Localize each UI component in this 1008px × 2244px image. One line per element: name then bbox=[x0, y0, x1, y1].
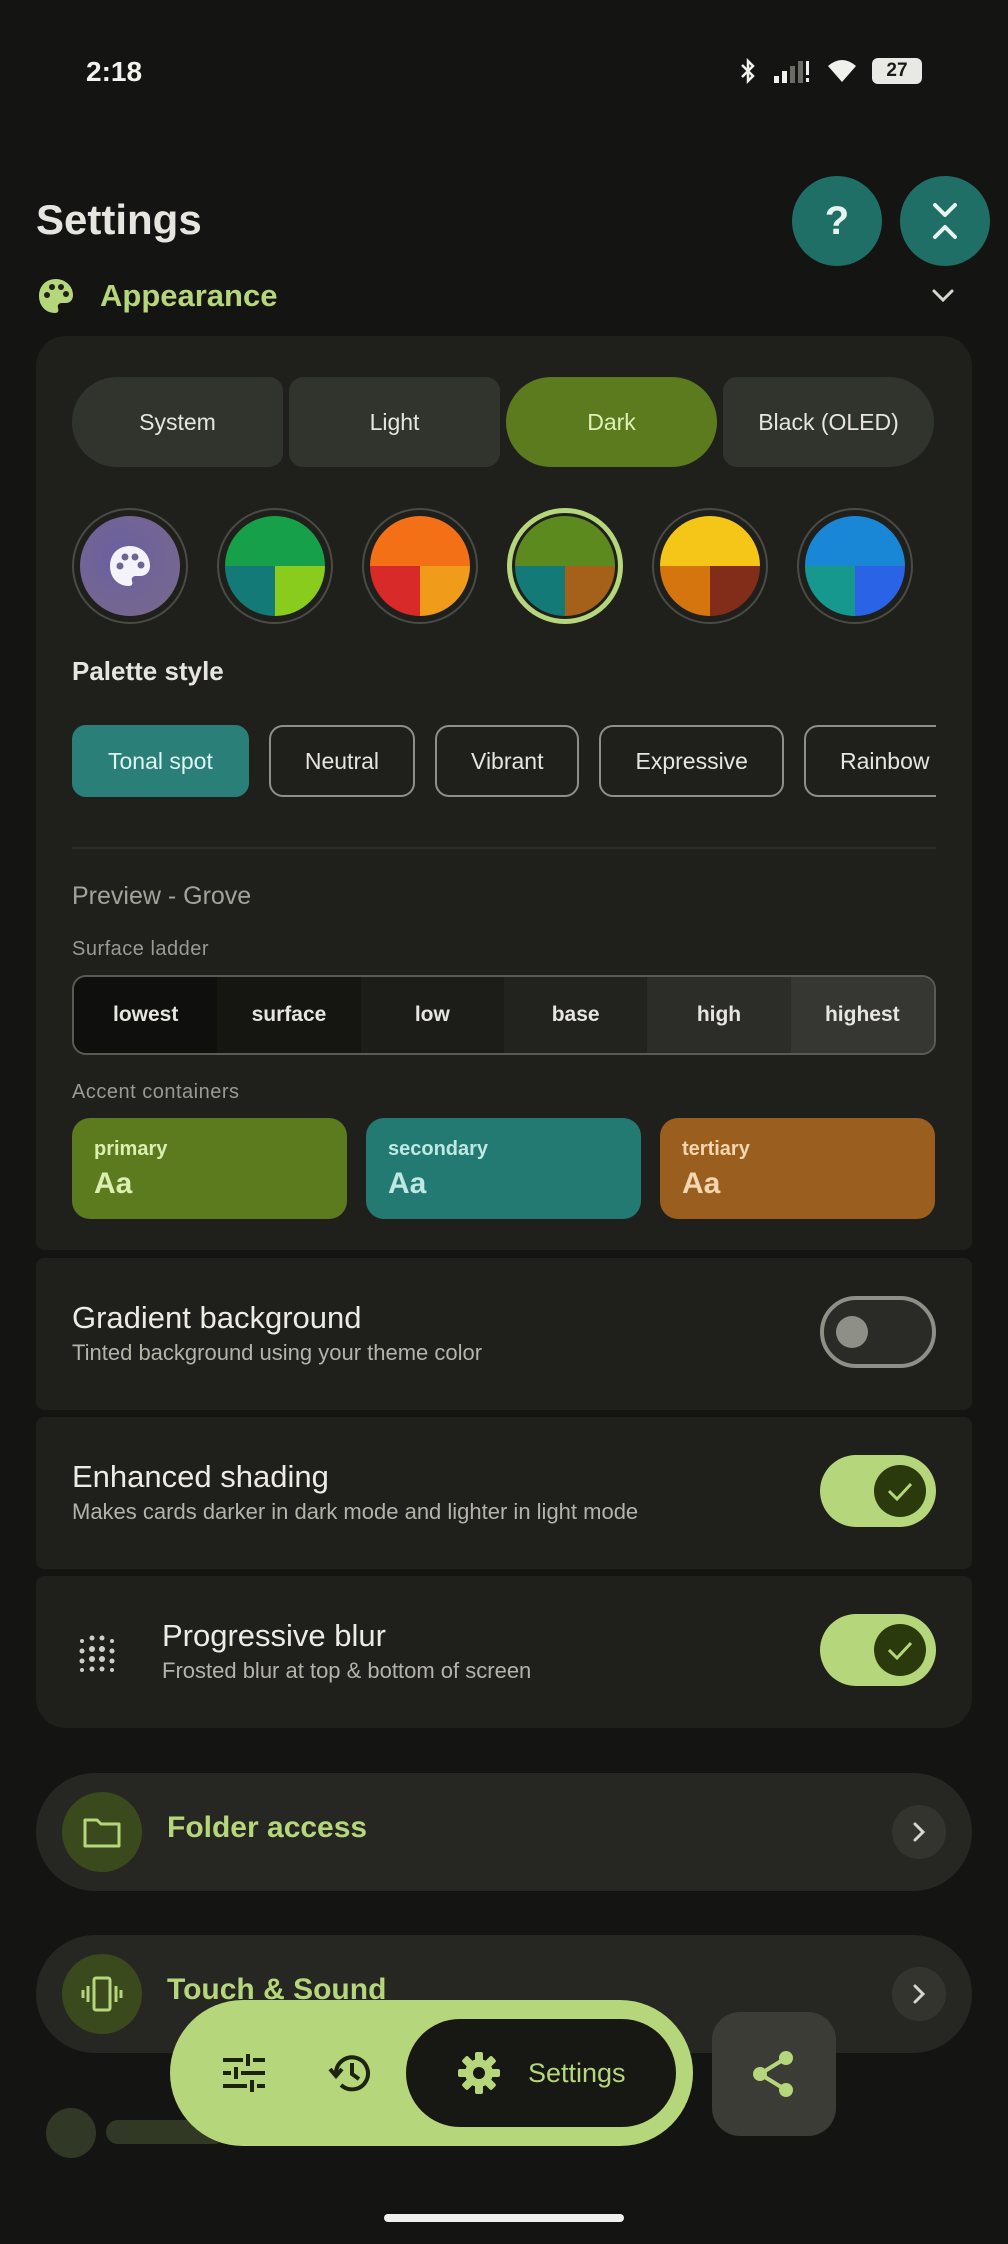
switch-knob bbox=[836, 1316, 868, 1348]
swatch-orange[interactable] bbox=[362, 508, 478, 624]
vibration-icon bbox=[81, 1976, 123, 2012]
accent-containers: primary Aa secondary Aa tertiary Aa bbox=[72, 1118, 935, 1219]
ladder-lowest: lowest bbox=[74, 977, 218, 1053]
palette-style-chips: Tonal spot Neutral Vibrant Expressive Ra… bbox=[72, 725, 936, 797]
chevron-down-icon[interactable] bbox=[930, 284, 956, 306]
theme-mode-selector: System Light Dark Black (OLED) bbox=[72, 377, 934, 467]
tune-button[interactable] bbox=[212, 2041, 276, 2105]
swatch-green[interactable] bbox=[217, 508, 333, 624]
switch-knob bbox=[874, 1624, 926, 1676]
mode-system-button[interactable]: System bbox=[72, 377, 283, 467]
toggle-title: Progressive blur bbox=[162, 1618, 386, 1653]
vibration-icon-container bbox=[62, 1954, 142, 2034]
battery-icon: 27 bbox=[872, 58, 922, 84]
accent-sample: Aa bbox=[388, 1167, 427, 1200]
ladder-low: low bbox=[360, 977, 504, 1053]
accent-primary: primary Aa bbox=[72, 1118, 347, 1219]
surface-ladder: lowest surface low base high highest bbox=[72, 975, 936, 1055]
signal-icon bbox=[774, 61, 809, 83]
bottom-nav-bar: Settings bbox=[170, 2000, 693, 2146]
toggle-subtitle: Makes cards darker in dark mode and ligh… bbox=[72, 1499, 639, 1524]
accent-secondary: secondary Aa bbox=[366, 1118, 641, 1219]
chip-vibrant[interactable]: Vibrant bbox=[435, 725, 580, 797]
accent-tertiary: tertiary Aa bbox=[660, 1118, 935, 1219]
accent-sample: Aa bbox=[94, 1167, 133, 1200]
chip-tonal-spot[interactable]: Tonal spot bbox=[72, 725, 249, 797]
swatch-yellow[interactable] bbox=[652, 508, 768, 624]
gear-icon bbox=[458, 2052, 500, 2094]
palette-icon bbox=[39, 279, 73, 313]
accent-name: primary bbox=[94, 1138, 168, 1160]
chip-expressive[interactable]: Expressive bbox=[599, 725, 784, 797]
home-indicator[interactable] bbox=[384, 2214, 624, 2222]
accent-containers-label: Accent containers bbox=[72, 1081, 240, 1103]
progressive-blur-switch[interactable] bbox=[820, 1614, 936, 1686]
settings-tab-label: Settings bbox=[528, 2057, 626, 2088]
toggle-subtitle: Tinted background using your theme color bbox=[72, 1340, 483, 1365]
gradient-background-switch[interactable] bbox=[820, 1296, 936, 1368]
toggle-subtitle: Frosted blur at top & bottom of screen bbox=[162, 1658, 532, 1683]
help-button[interactable]: ? bbox=[792, 176, 882, 266]
chevron-right-icon[interactable] bbox=[892, 1967, 946, 2021]
preview-title: Preview - Grove bbox=[72, 882, 252, 910]
swatch-dynamic[interactable] bbox=[72, 508, 188, 624]
accent-name: secondary bbox=[388, 1138, 489, 1160]
history-icon bbox=[328, 2055, 370, 2092]
folder-access-row[interactable]: Folder access bbox=[36, 1773, 972, 1891]
check-icon bbox=[887, 1482, 913, 1502]
bluetooth-icon bbox=[741, 58, 755, 84]
help-icon: ? bbox=[824, 198, 850, 243]
enhanced-shading-switch[interactable] bbox=[820, 1455, 936, 1527]
tune-icon bbox=[223, 2054, 265, 2092]
swatch-blue[interactable] bbox=[797, 508, 913, 624]
accent-sample: Aa bbox=[682, 1167, 721, 1200]
section-title: Appearance bbox=[100, 278, 278, 313]
ladder-high: high bbox=[647, 977, 791, 1053]
folder-icon bbox=[83, 1818, 121, 1848]
mode-light-button[interactable]: Light bbox=[289, 377, 500, 467]
color-swatches bbox=[72, 508, 913, 624]
appearance-section-header[interactable]: Appearance bbox=[36, 266, 972, 326]
toggle-title: Gradient background bbox=[72, 1300, 362, 1335]
page-title: Settings bbox=[36, 196, 202, 243]
share-button[interactable] bbox=[712, 2012, 836, 2136]
check-icon bbox=[887, 1641, 913, 1661]
gradient-background-row[interactable]: Gradient background Tinted background us… bbox=[36, 1258, 972, 1410]
toggle-title: Enhanced shading bbox=[72, 1459, 329, 1494]
folder-icon-container bbox=[62, 1792, 142, 1872]
swatch-grove[interactable] bbox=[507, 508, 623, 624]
enhanced-shading-row[interactable]: Enhanced shading Makes cards darker in d… bbox=[36, 1417, 972, 1569]
divider bbox=[72, 847, 936, 849]
chevron-right-icon[interactable] bbox=[892, 1805, 946, 1859]
ladder-highest: highest bbox=[790, 977, 934, 1053]
palette-icon bbox=[110, 546, 150, 586]
collapse-all-button[interactable] bbox=[900, 176, 990, 266]
chip-rainbow[interactable]: Rainbow bbox=[803, 725, 936, 797]
history-button[interactable] bbox=[318, 2041, 382, 2105]
collapse-icon bbox=[933, 203, 957, 239]
mode-oled-button[interactable]: Black (OLED) bbox=[723, 377, 934, 467]
progressive-blur-row[interactable]: Progressive blur Frosted blur at top & b… bbox=[36, 1576, 972, 1728]
wifi-icon bbox=[828, 60, 856, 82]
ladder-surface: surface bbox=[217, 977, 361, 1053]
surface-ladder-label: Surface ladder bbox=[72, 938, 210, 960]
status-icons: 27 bbox=[738, 58, 922, 84]
faded-icon bbox=[46, 2108, 96, 2158]
palette-style-label: Palette style bbox=[72, 656, 224, 686]
mode-dark-button[interactable]: Dark bbox=[506, 377, 717, 467]
switch-knob bbox=[874, 1465, 926, 1517]
accent-name: tertiary bbox=[682, 1138, 750, 1160]
chip-neutral[interactable]: Neutral bbox=[268, 725, 416, 797]
ladder-base: base bbox=[503, 977, 648, 1053]
status-time: 2:18 bbox=[86, 56, 143, 87]
nav-label: Folder access bbox=[167, 1811, 368, 1844]
blur-icon bbox=[79, 1635, 115, 1672]
share-icon bbox=[753, 2051, 793, 2097]
settings-tab[interactable]: Settings bbox=[406, 2019, 676, 2127]
